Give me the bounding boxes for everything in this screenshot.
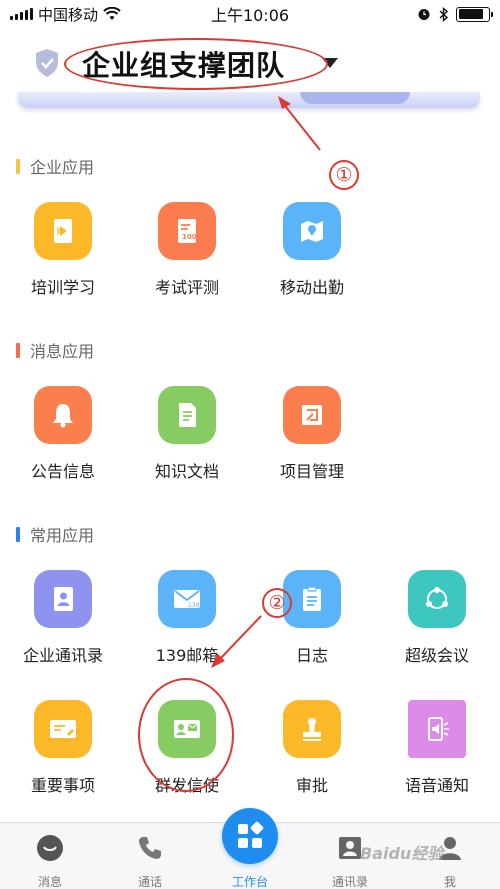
banner-card[interactable]	[18, 92, 480, 108]
app-label: 考试评测	[154, 278, 219, 297]
group-message-icon	[158, 700, 216, 758]
app-label: 培训学习	[30, 278, 95, 297]
nav-label: 通讯录	[331, 875, 368, 889]
conference-icon	[408, 570, 466, 628]
chevron-down-icon[interactable]	[322, 58, 338, 68]
app-important-matters[interactable]: 重要事项	[1, 700, 125, 796]
app-approval[interactable]: 审批	[250, 700, 374, 796]
section-title-messaging: 消息应用	[16, 338, 94, 362]
signal-strength-icon	[10, 8, 33, 20]
battery-icon	[456, 6, 493, 22]
annotation-arrow-1	[278, 96, 321, 151]
app-label: 知识文档	[154, 462, 219, 481]
team-title[interactable]: 企业组支撑团队	[82, 44, 285, 84]
app-label: 语音通知	[404, 776, 469, 795]
contacts-book-icon	[34, 570, 92, 628]
nav-label: 消息	[37, 875, 62, 889]
shield-icon	[36, 49, 58, 77]
nav-item-me[interactable]: 我	[400, 823, 500, 889]
app-group-messenger[interactable]: 群发信使	[125, 700, 249, 796]
app-project-management[interactable]: 项目管理	[250, 386, 374, 482]
nav-item-messages[interactable]: 消息	[0, 823, 100, 889]
chat-bubble-icon	[37, 835, 63, 861]
app-training[interactable]: 培训学习	[1, 202, 125, 298]
workbench-icon[interactable]	[222, 808, 278, 864]
status-bar: 中国移动 上午10:06	[0, 0, 500, 28]
app-knowledge-docs[interactable]: 知识文档	[125, 386, 249, 482]
alarm-clock-icon	[418, 9, 430, 20]
stamp-icon	[283, 700, 341, 758]
app-log[interactable]: 日志	[250, 570, 374, 666]
annotation-number-1: ①	[329, 160, 359, 190]
section-title-common: 常用应用	[16, 522, 94, 546]
project-icon	[283, 386, 341, 444]
note-icon	[34, 700, 92, 758]
app-label: 群发信使	[154, 776, 219, 795]
svg-text:100: 100	[182, 233, 197, 241]
app-voice-notice[interactable]: 语音通知	[375, 700, 499, 796]
contacts-icon	[339, 837, 361, 859]
app-label: 移动出勤	[279, 278, 344, 297]
phone-icon	[139, 837, 161, 859]
app-conference[interactable]: 超级会议	[375, 570, 499, 666]
nav-label: 通话	[137, 875, 162, 889]
app-label: 审批	[295, 776, 328, 795]
app-label: 超级会议	[404, 646, 469, 665]
section-title-enterprise: 企业应用	[16, 154, 94, 178]
play-book-icon	[34, 202, 92, 260]
nav-label: 工作台	[231, 875, 268, 889]
svg-text:139: 139	[188, 602, 200, 609]
app-attendance[interactable]: 移动出勤	[250, 202, 374, 298]
nav-label: 我	[443, 875, 456, 889]
nav-item-contacts[interactable]: 通讯录	[300, 823, 400, 889]
app-label: 公告信息	[30, 462, 95, 481]
wifi-icon	[103, 7, 121, 20]
app-label: 日志	[295, 646, 328, 665]
annotation-arrow-2	[211, 615, 262, 668]
nav-item-calls[interactable]: 通话	[100, 823, 200, 889]
app-label: 企业通讯录	[22, 646, 103, 665]
bell-icon	[34, 386, 92, 444]
voice-phone-icon	[408, 700, 466, 758]
app-exam[interactable]: 100 考试评测	[125, 202, 249, 298]
carrier-name: 中国移动	[38, 5, 99, 24]
app-label: 项目管理	[279, 462, 344, 481]
exam-sheet-icon: 100	[158, 202, 216, 260]
document-icon	[158, 386, 216, 444]
app-announcement[interactable]: 公告信息	[1, 386, 125, 482]
app-enterprise-contacts[interactable]: 企业通讯录	[1, 570, 125, 666]
bluetooth-icon	[439, 6, 448, 22]
profile-icon	[439, 837, 461, 860]
map-pin-icon	[283, 202, 341, 260]
app-label: 重要事项	[30, 776, 95, 795]
